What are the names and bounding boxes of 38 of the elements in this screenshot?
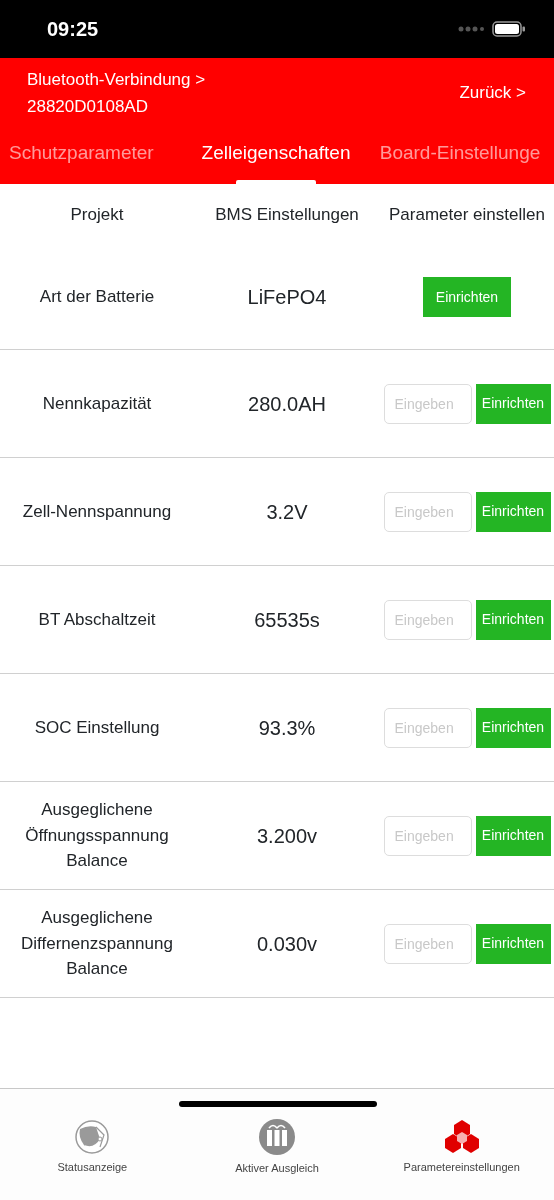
setup-button[interactable]: Einrichten xyxy=(475,383,551,424)
column-header: Projekt xyxy=(69,203,125,226)
setup-button[interactable]: Einrichten xyxy=(475,923,551,964)
row-label: SOC Einstellung xyxy=(33,716,161,739)
setup-button[interactable]: Einrichten xyxy=(475,707,551,748)
row-label: Zell-Nennspannung xyxy=(21,500,173,523)
globe-icon xyxy=(74,1119,111,1156)
cubes-icon xyxy=(443,1119,480,1156)
row-label: BT Abschaltzeit xyxy=(37,608,157,631)
row-label: Art der Batterie xyxy=(38,286,156,309)
setup-button[interactable]: Einrichten xyxy=(475,599,551,640)
tab[interactable]: Board-Einstellunge xyxy=(379,122,541,184)
signal-icon xyxy=(458,26,484,32)
setup-button[interactable]: Einrichten xyxy=(423,277,511,317)
row-label: Nennkapazität xyxy=(41,392,153,415)
battery-balance-icon xyxy=(258,1118,296,1157)
setup-button[interactable]: Einrichten xyxy=(475,815,551,856)
status-time: 09:25 xyxy=(47,17,99,42)
tab-bar-item[interactable]: Statusanzeige xyxy=(0,1089,185,1200)
column-header: Parameter einstellen xyxy=(388,203,546,226)
setup-button[interactable]: Einrichten xyxy=(475,491,551,532)
row-value: 3.2V xyxy=(265,499,309,525)
row-value: 3.200v xyxy=(255,823,319,849)
bluetooth-connection-link[interactable]: Bluetooth-Verbindung > xyxy=(27,66,206,93)
battery-icon xyxy=(492,21,526,37)
row-value: LiFePO4 xyxy=(246,285,328,310)
row-value: 0.030v xyxy=(255,931,319,957)
tab-bar-item[interactable]: Parametereinstellungen xyxy=(369,1089,554,1200)
device-id: 28820D0108AD xyxy=(27,96,149,118)
column-header: BMS Einstellungen xyxy=(214,203,360,226)
tab[interactable]: Zelleigenschaften xyxy=(201,122,351,184)
tab[interactable]: Schutzparameter xyxy=(9,122,154,184)
row-label: Ausgeglichene Differnenzspannung Balance xyxy=(20,907,174,981)
row-label: Ausgeglichene Öffnungsspannung Balance xyxy=(24,799,170,873)
row-value: 93.3% xyxy=(257,715,317,741)
row-value: 280.0AH xyxy=(247,391,327,417)
row-value: 65535s xyxy=(253,607,321,633)
back-link[interactable]: Zurück > xyxy=(459,80,526,106)
